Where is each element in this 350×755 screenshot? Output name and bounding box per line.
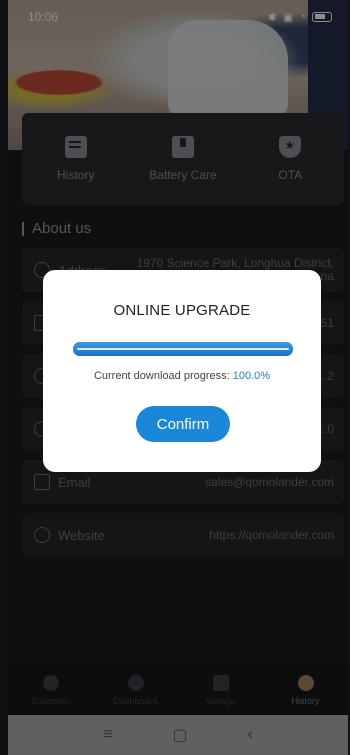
nav-label: Voltage xyxy=(205,695,236,706)
status-bar: 10:06 ✱ ▣ ◔ xyxy=(8,0,348,34)
upgrade-dialog: ONLINE UPGRADE Current download progress… xyxy=(43,270,321,472)
about-us-heading: About us xyxy=(22,220,91,237)
section-title-text: About us xyxy=(32,220,92,237)
voltage-icon xyxy=(212,674,229,691)
dialog-title: ONLINE UPGRADE xyxy=(113,302,251,319)
home-icon[interactable]: ▢ xyxy=(172,725,187,745)
progress-value: 100.0% xyxy=(232,370,271,382)
info-row-value: https://qomolander.com xyxy=(209,527,334,542)
nav-voltage[interactable]: Voltage xyxy=(181,674,261,706)
feature-ota[interactable]: OTA xyxy=(245,136,335,182)
status-time: 10:06 xyxy=(28,10,59,24)
feature-label: History xyxy=(56,168,95,182)
back-icon[interactable]: ‹ xyxy=(248,726,253,744)
globe-icon xyxy=(34,527,50,543)
sim-icon: ▣ xyxy=(282,11,294,24)
info-row-left: Website xyxy=(34,527,105,543)
person-icon xyxy=(297,674,314,691)
nav-label: Dashboard xyxy=(113,695,158,706)
nav-history[interactable]: History xyxy=(266,674,346,706)
system-nav-bar: ≡ ▢ ‹ xyxy=(8,715,348,755)
bluetooth-icon xyxy=(42,674,59,691)
scrubber-machine-image xyxy=(168,20,288,115)
confirm-button[interactable]: Confirm xyxy=(136,406,230,442)
progress-bar xyxy=(73,342,293,356)
dashboard-icon xyxy=(127,674,144,691)
progress-label: Current download progress: xyxy=(93,370,233,382)
shield-star-icon xyxy=(279,136,302,158)
nav-label: Bluetooth xyxy=(31,695,70,706)
bottom-nav: Bluetooth Dashboard Voltage History xyxy=(8,665,348,715)
battery-care-icon xyxy=(171,136,194,158)
nav-bluetooth[interactable]: Bluetooth xyxy=(11,674,91,706)
battery-icon xyxy=(312,12,332,22)
info-row-label: Website xyxy=(58,527,105,543)
nav-label: History xyxy=(291,695,320,706)
feature-label: OTA xyxy=(278,168,303,182)
feature-card: History Battery Care OTA xyxy=(22,113,344,205)
info-row-value: sales@qomolander.com xyxy=(205,474,334,489)
nav-dashboard[interactable]: Dashboard xyxy=(96,674,176,706)
section-marker xyxy=(22,221,24,236)
progress-text: Current download progress: 100.0% xyxy=(43,370,321,382)
feature-history[interactable]: History xyxy=(31,136,121,182)
progress-fill xyxy=(73,342,293,356)
value-line: 1970 Science Park, Longhua District, xyxy=(136,256,334,270)
menu-icon[interactable]: ≡ xyxy=(103,726,112,744)
feature-battery-care[interactable]: Battery Care xyxy=(138,136,228,182)
mail-icon xyxy=(34,474,50,490)
info-row-label: Email xyxy=(58,474,91,490)
status-icons: ✱ ▣ ◔ xyxy=(268,11,332,24)
wifi-icon: ◔ xyxy=(299,11,306,23)
history-icon xyxy=(64,136,87,158)
bluetooth-icon: ✱ xyxy=(267,11,277,24)
feature-label: Battery Care xyxy=(149,168,217,182)
info-row-website[interactable]: Website https://qomolander.com xyxy=(22,513,344,557)
info-row-left: Email xyxy=(34,474,91,490)
